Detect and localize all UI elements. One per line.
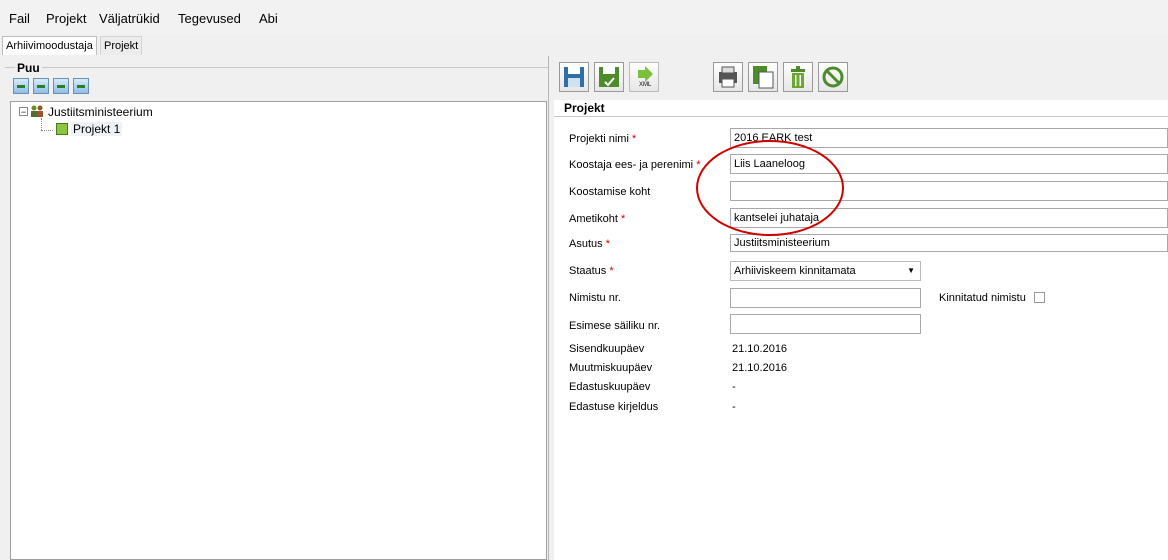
organization-icon: [30, 104, 44, 118]
section-title: Projekt: [564, 101, 605, 115]
section-divider: [554, 116, 1168, 117]
tree-line: [41, 130, 53, 132]
tab-arhiivimoodustaja[interactable]: Arhiivimoodustaja: [2, 36, 97, 55]
menu-bar: Fail Projekt Väljatrükid Tegevused Abi: [0, 0, 1168, 34]
save-check-icon[interactable]: [594, 62, 624, 92]
tree-move-up-icon[interactable]: [53, 78, 69, 94]
export-xml-icon[interactable]: XML: [629, 62, 659, 92]
print-icon[interactable]: [713, 62, 743, 92]
group-border: [5, 67, 548, 68]
label-koostaja: Koostaja ees- ja perenimi *: [569, 159, 701, 171]
label-edastuskuupaev: Edastuskuupäev: [569, 381, 651, 393]
label-koostamise-koht: Koostamise koht: [569, 186, 651, 198]
muutmiskuupaev-value: 21.10.2016: [732, 362, 788, 374]
project-panel: XML Projekt Projekti nimi * 2016 EARK te…: [554, 56, 1168, 560]
esimese-sailiku-input[interactable]: [730, 314, 921, 334]
label-esimese-sailiku: Esimese säiliku nr.: [569, 320, 661, 332]
label-muutmiskuupaev: Muutmiskuupäev: [569, 362, 653, 374]
label-staatus: Staatus *: [569, 265, 614, 277]
tab-bar: Arhiivimoodustaja Projekt: [0, 34, 1168, 56]
tree-add-child-icon[interactable]: [33, 78, 49, 94]
edastuskuupaev-value: -: [732, 381, 736, 393]
label-sisendkuupaev: Sisendkuupäev: [569, 343, 645, 355]
staatus-select[interactable]: Arhiiviskeem kinnitamata ▼: [730, 261, 921, 281]
menu-valjatrukid[interactable]: Väljatrükid: [99, 11, 160, 26]
copy-icon[interactable]: [748, 62, 778, 92]
delete-icon[interactable]: [783, 62, 813, 92]
label-asutus: Asutus *: [569, 238, 610, 250]
sisendkuupaev-value: 21.10.2016: [732, 343, 788, 355]
label-projekti-nimi: Projekti nimi *: [569, 133, 637, 145]
tree-root-label[interactable]: Justiitsministeerium: [48, 105, 153, 119]
project-icon: [56, 123, 68, 135]
menu-abi[interactable]: Abi: [259, 11, 278, 26]
panel-title: Puu: [15, 61, 42, 75]
edastuse-kirjeldus-value: -: [732, 401, 736, 413]
collapse-icon[interactable]: −: [19, 107, 28, 117]
save-icon[interactable]: [559, 62, 589, 92]
tree-add-icon[interactable]: [13, 78, 29, 94]
tree-panel: Puu − Justiitsministeerium Projekt 1: [5, 56, 548, 560]
tab-projekt[interactable]: Projekt: [100, 36, 143, 55]
menu-tegevused[interactable]: Tegevused: [178, 11, 241, 26]
label-edastuse-kirjeldus: Edastuse kirjeldus: [569, 401, 659, 413]
label-nimistu: Nimistu nr.: [569, 292, 621, 304]
label-ametikoht: Ametikoht *: [569, 213, 626, 225]
asutus-input[interactable]: Justiitsministeerium: [730, 234, 1168, 252]
kinnitatud-checkbox[interactable]: [1034, 292, 1045, 303]
dropdown-arrow-icon: ▼: [907, 266, 915, 275]
tree-line: [41, 118, 43, 130]
menu-projekt[interactable]: Projekt: [46, 11, 86, 26]
cancel-icon[interactable]: [818, 62, 848, 92]
tree-child-label[interactable]: Projekt 1: [71, 122, 123, 136]
nimistu-input[interactable]: [730, 288, 921, 308]
menu-fail[interactable]: Fail: [9, 11, 30, 26]
tree-view[interactable]: − Justiitsministeerium Projekt 1: [10, 101, 547, 560]
tree-move-down-icon[interactable]: [73, 78, 89, 94]
annotation-circle: [696, 140, 844, 236]
label-kinnitatud-nimistu: Kinnitatud nimistu: [939, 292, 1026, 304]
xml-label: XML: [639, 82, 652, 88]
